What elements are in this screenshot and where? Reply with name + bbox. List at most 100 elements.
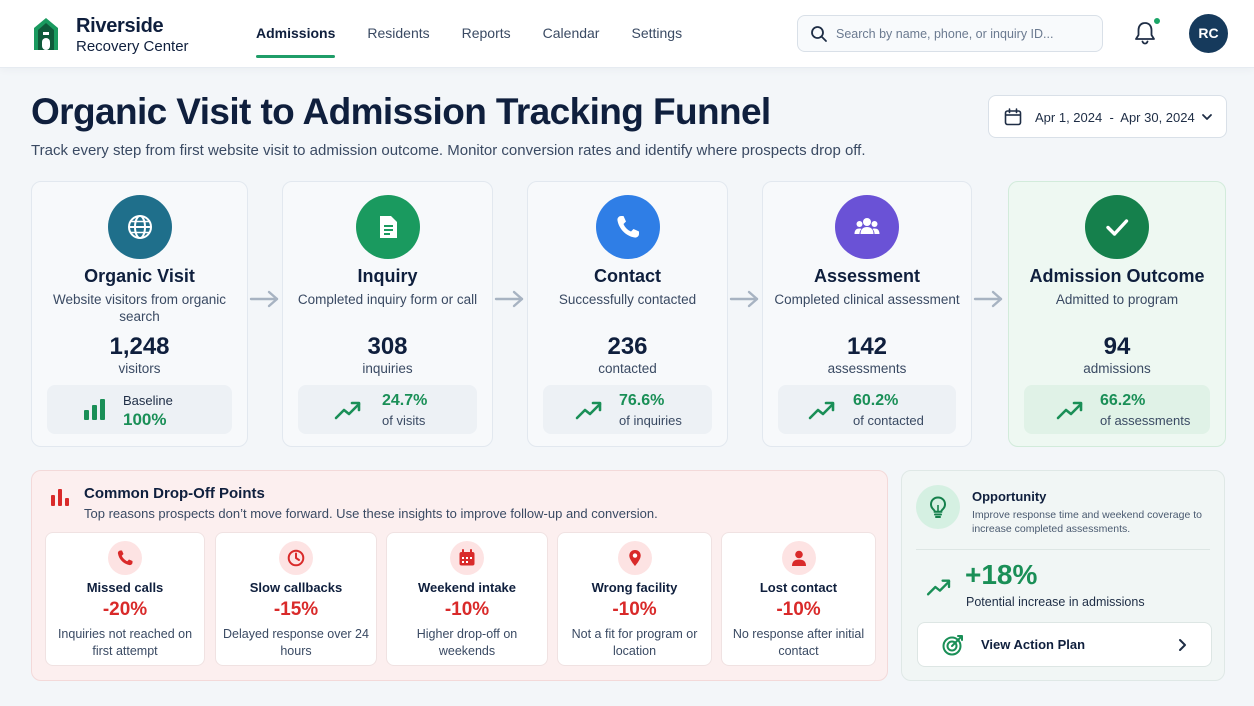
view-action-plan-label: View Action Plan bbox=[981, 637, 1086, 652]
funnel-stage-metric: 76.6% of inquiries bbox=[543, 385, 712, 434]
metric-label: Baseline bbox=[123, 393, 173, 408]
document-icon bbox=[379, 216, 397, 238]
funnel-stage-title: Organic Visit bbox=[84, 266, 195, 286]
search-box bbox=[797, 15, 1103, 52]
dropoff-item-title: Slow callbacks bbox=[249, 580, 343, 595]
dropoff-title: Common Drop-Off Points bbox=[84, 485, 265, 502]
funnel-stage-title: Contact bbox=[594, 266, 661, 286]
trend-up-icon bbox=[334, 401, 361, 420]
opportunity-icon-bg bbox=[916, 485, 960, 529]
dropoff-item-desc: Delayed response over 24 hours bbox=[223, 627, 369, 658]
funnel-stage-count: 236 bbox=[607, 333, 648, 360]
arrow-right-icon bbox=[973, 290, 1003, 308]
dropoff-subtitle: Top reasons prospects don’t move forward… bbox=[84, 506, 658, 521]
funnel-card-organic-visit[interactable]: Organic Visit Website visitors from orga… bbox=[31, 181, 248, 447]
funnel-stage-title: Inquiry bbox=[357, 266, 418, 286]
brand-name[interactable]: Riverside Recovery Center bbox=[76, 15, 189, 57]
funnel-card-assessment[interactable]: Assessment Completed clinical assessment… bbox=[762, 181, 972, 447]
dropoff-card-slow-callbacks[interactable]: Slow callbacks -15% Delayed response ove… bbox=[215, 532, 377, 666]
funnel-stage-unit: admissions bbox=[1083, 361, 1151, 376]
logo-icon bbox=[34, 18, 58, 50]
dropoff-card-wrong-facility[interactable]: Wrong facility -10% Not a fit for progra… bbox=[557, 532, 712, 666]
dropoff-card-weekend-intake[interactable]: Weekend intake -10% Higher drop-off on w… bbox=[386, 532, 548, 666]
lightbulb-icon bbox=[929, 496, 947, 518]
opportunity-panel: Opportunity Improve response time and we… bbox=[901, 470, 1225, 681]
metric-value: 60.2% bbox=[853, 392, 899, 409]
trend-up-icon bbox=[808, 401, 835, 420]
dropoff-card-missed-calls[interactable]: Missed calls -20% Inquiries not reached … bbox=[45, 532, 205, 666]
opportunity-value-label: Potential increase in admissions bbox=[966, 595, 1145, 609]
nav-admissions[interactable]: Admissions bbox=[256, 0, 336, 68]
dropoff-item-title: Missed calls bbox=[86, 580, 164, 595]
view-action-plan-button[interactable]: View Action Plan bbox=[917, 622, 1212, 667]
funnel-stage-metric: Baseline 100% bbox=[47, 385, 232, 434]
funnel-stage-unit: contacted bbox=[598, 361, 657, 376]
funnel-stage-icon-bg bbox=[835, 195, 899, 259]
dropoff-item-desc: Inquiries not reached on first attempt bbox=[57, 627, 193, 658]
target-icon bbox=[942, 635, 963, 656]
trend-up-icon bbox=[926, 579, 951, 596]
bar-chart-icon bbox=[51, 489, 69, 506]
funnel-stage-metric: 66.2% of assessments bbox=[1024, 385, 1210, 434]
funnel-card-inquiry[interactable]: Inquiry Completed inquiry form or call 3… bbox=[282, 181, 493, 447]
user-avatar[interactable]: RC bbox=[1189, 14, 1228, 53]
chevron-right-icon bbox=[1179, 639, 1186, 651]
metric-label: of visits bbox=[382, 413, 426, 428]
dropoff-item-value: -15% bbox=[273, 599, 319, 620]
funnel-stage-title: Admission Outcome bbox=[1029, 266, 1205, 286]
funnel-stage-count: 142 bbox=[846, 333, 888, 360]
funnel-stage-desc: Successfully contacted bbox=[558, 292, 697, 307]
funnel-stage-metric: 60.2% of contacted bbox=[778, 385, 956, 434]
dropoff-icon-bg bbox=[108, 541, 142, 575]
dropoff-item-title: Wrong facility bbox=[591, 580, 678, 595]
calendar-icon bbox=[1004, 108, 1022, 126]
brand-line-1: Riverside bbox=[76, 15, 164, 37]
funnel-card-admission-outcome[interactable]: Admission Outcome Admitted to program 94… bbox=[1008, 181, 1226, 447]
dropoff-icon-bg bbox=[617, 541, 652, 575]
funnel-card-contact[interactable]: Contact Successfully contacted 236 conta… bbox=[527, 181, 728, 447]
phone-icon bbox=[117, 550, 133, 566]
date-range-picker[interactable]: Apr 1, 2024 - Apr 30, 2024 bbox=[988, 95, 1227, 138]
metric-value: 76.6% bbox=[619, 392, 665, 409]
people-icon bbox=[854, 218, 880, 234]
metric-label: of contacted bbox=[853, 413, 924, 428]
dropoff-card-lost-contact[interactable]: Lost contact -10% No response after init… bbox=[721, 532, 876, 666]
search-input[interactable] bbox=[836, 16, 1094, 51]
top-header: Riverside Recovery Center Admissions Res… bbox=[0, 0, 1254, 68]
dropoff-item-desc: Not a fit for program or location bbox=[571, 627, 698, 658]
opportunity-title: Opportunity bbox=[972, 489, 1047, 504]
funnel-stage-icon-bg bbox=[595, 195, 660, 259]
funnel-stage-desc: Website visitors from organic search bbox=[52, 292, 227, 324]
funnel-stage-icon-bg bbox=[107, 195, 172, 259]
funnel-stage-desc: Completed clinical assessment bbox=[774, 292, 960, 307]
nav-calendar[interactable]: Calendar bbox=[543, 0, 600, 68]
nav-reports[interactable]: Reports bbox=[462, 0, 511, 68]
dropoff-item-value: -20% bbox=[102, 599, 148, 620]
phone-icon bbox=[616, 216, 639, 238]
date-range-label: Apr 1, 2024 - Apr 30, 2024 bbox=[1035, 110, 1195, 125]
page-title: Organic Visit to Admission Tracking Funn… bbox=[31, 91, 771, 132]
metric-value: 100% bbox=[123, 410, 167, 429]
metric-label: of inquiries bbox=[619, 413, 682, 428]
funnel-stage-desc: Completed inquiry form or call bbox=[297, 292, 478, 307]
globe-icon bbox=[127, 215, 152, 239]
dropoff-item-value: -10% bbox=[444, 599, 490, 620]
dropoff-item-title: Lost contact bbox=[759, 580, 838, 595]
nav-settings[interactable]: Settings bbox=[631, 0, 682, 68]
funnel-stage-desc: Admitted to program bbox=[1055, 292, 1179, 307]
opportunity-desc: Improve response time and weekend covera… bbox=[972, 509, 1202, 535]
dropoff-item-value: -10% bbox=[776, 599, 821, 620]
arrow-right-icon bbox=[494, 290, 524, 308]
funnel-stage-count: 94 bbox=[1103, 333, 1131, 360]
dropoff-icon-bg bbox=[450, 541, 484, 575]
person-icon bbox=[791, 550, 806, 566]
bar-chart-icon bbox=[84, 399, 105, 420]
funnel-stage-metric: 24.7% of visits bbox=[298, 385, 477, 434]
divider bbox=[916, 549, 1210, 550]
metric-label: of assessments bbox=[1100, 413, 1191, 428]
funnel-stage-count: 308 bbox=[367, 333, 408, 360]
calendar-icon bbox=[459, 549, 475, 566]
nav-residents[interactable]: Residents bbox=[367, 0, 429, 68]
funnel-stage-unit: assessments bbox=[827, 361, 907, 376]
dropoff-icon-bg bbox=[781, 541, 816, 575]
